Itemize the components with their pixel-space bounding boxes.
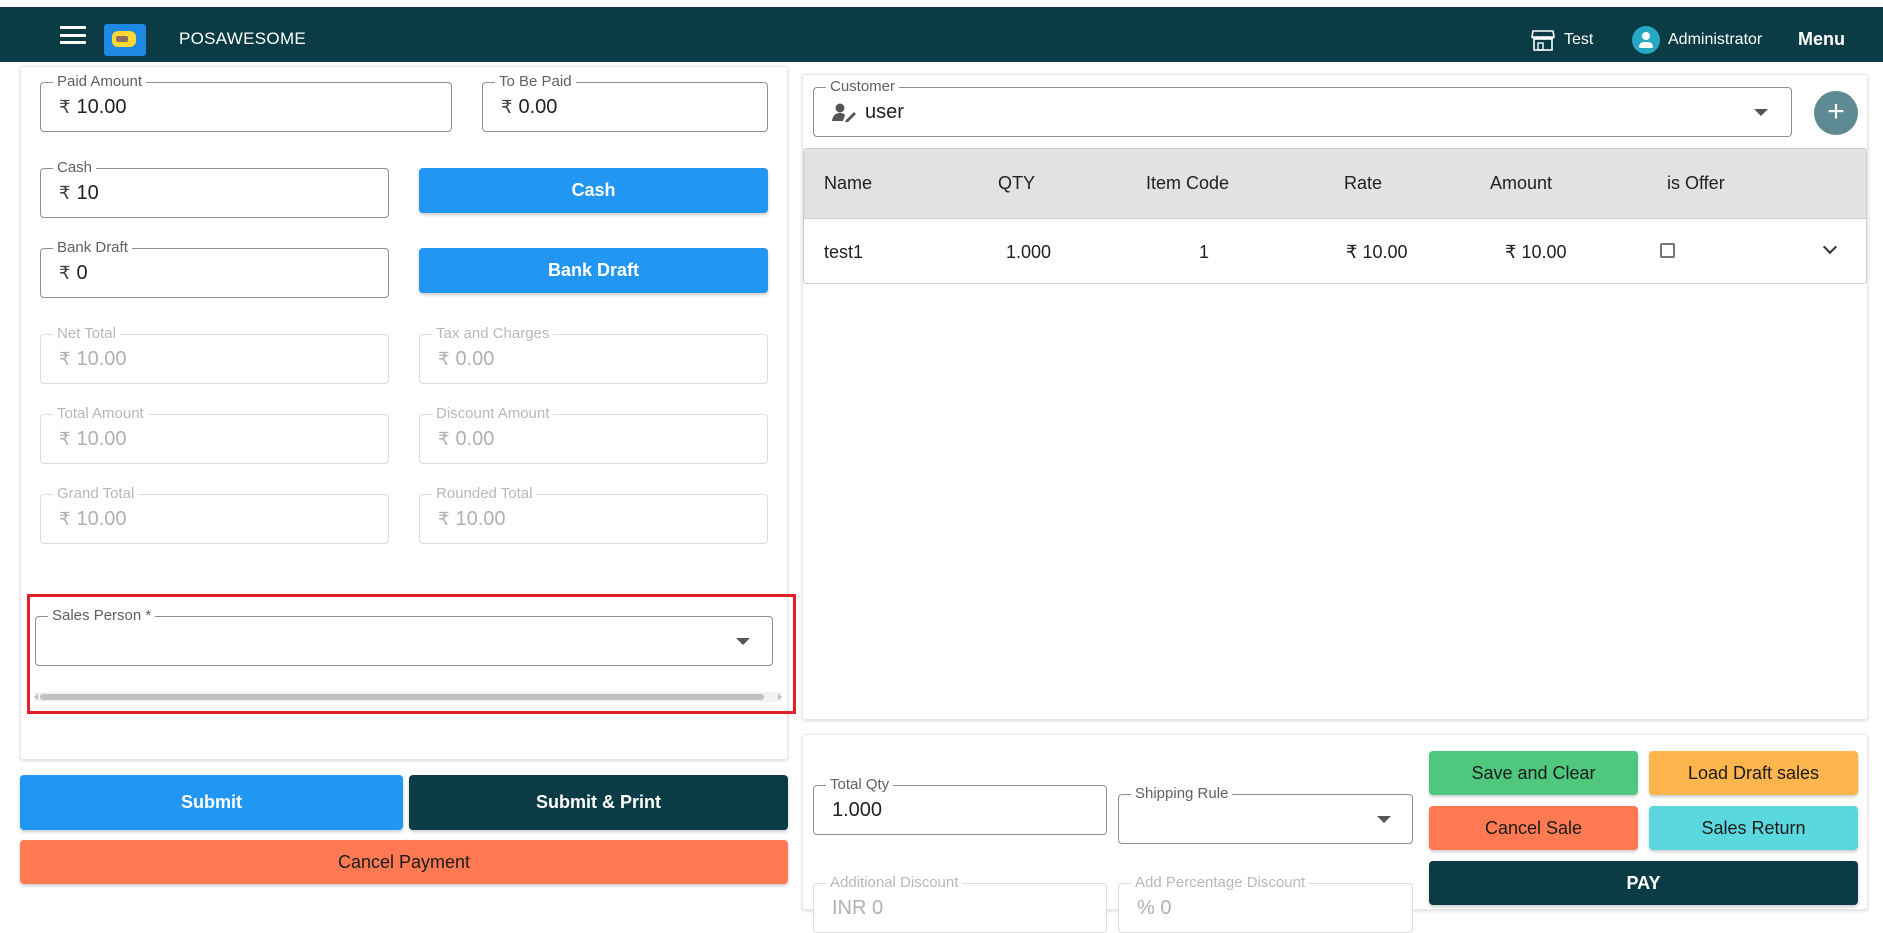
- sales-return-button[interactable]: Sales Return: [1649, 806, 1858, 850]
- brand-title: POSAWESOME: [179, 29, 307, 48]
- add-percentage-discount-field: Add Percentage Discount % 0: [1118, 874, 1413, 933]
- items-table: Name QTY Item Code Rate Amount is Offer …: [803, 148, 1867, 284]
- bank-draft-button[interactable]: Bank Draft: [419, 248, 768, 293]
- cell-name: test1: [824, 242, 864, 262]
- chevron-down-icon[interactable]: [1754, 109, 1768, 116]
- sales-person-select[interactable]: Sales Person *: [35, 607, 773, 666]
- grand-total-field: Grand Total ₹10.00: [40, 485, 389, 544]
- scrollbar-thumb[interactable]: [40, 694, 764, 700]
- bank-draft-field[interactable]: Bank Draft ₹0: [40, 239, 389, 298]
- hamburger-menu-icon[interactable]: [60, 26, 86, 44]
- cell-amount: ₹ 10.00: [1505, 242, 1567, 262]
- col-rate-header[interactable]: Rate: [1344, 173, 1382, 194]
- app-bar: POSAWESOME Test Administrator Menu: [0, 7, 1883, 62]
- store-label[interactable]: Test: [1564, 31, 1593, 49]
- col-is-offer-header[interactable]: is Offer: [1667, 173, 1725, 194]
- user-label[interactable]: Administrator: [1668, 31, 1762, 49]
- shipping-rule-select[interactable]: Shipping Rule: [1118, 785, 1413, 844]
- pay-button[interactable]: PAY: [1429, 861, 1858, 905]
- chevron-down-icon[interactable]: [1377, 816, 1391, 823]
- discount-amount-field: Discount Amount ₹0.00: [419, 405, 768, 464]
- cancel-payment-button[interactable]: Cancel Payment: [20, 840, 788, 884]
- save-and-clear-button[interactable]: Save and Clear: [1429, 751, 1638, 795]
- paid-amount-field[interactable]: Paid Amount ₹10.00: [40, 73, 452, 132]
- cell-rate: ₹ 10.00: [1346, 242, 1408, 262]
- cell-qty: 1.000: [1006, 242, 1052, 262]
- app-logo: [104, 24, 146, 56]
- scroll-right-icon[interactable]: [778, 694, 782, 700]
- col-amount-header[interactable]: Amount: [1490, 173, 1552, 194]
- tax-and-charges-field: Tax and Charges ₹0.00: [419, 325, 768, 384]
- table-header: Name QTY Item Code Rate Amount is Offer: [804, 149, 1866, 219]
- user-avatar-icon[interactable]: [1632, 26, 1660, 54]
- customer-select[interactable]: Customer user: [813, 78, 1792, 137]
- load-draft-sales-button[interactable]: Load Draft sales: [1649, 751, 1858, 795]
- horizontal-scrollbar[interactable]: [34, 692, 782, 702]
- cell-item-code: 1: [1199, 242, 1210, 262]
- cash-button[interactable]: Cash: [419, 168, 768, 213]
- total-qty-field[interactable]: Total Qty 1.000: [813, 776, 1107, 835]
- submit-print-button[interactable]: Submit & Print: [409, 775, 788, 830]
- chevron-down-icon[interactable]: [736, 638, 750, 645]
- add-customer-icon[interactable]: +: [1814, 91, 1858, 135]
- user-edit-icon: [832, 103, 856, 122]
- submit-button[interactable]: Submit: [20, 775, 403, 830]
- cancel-sale-button[interactable]: Cancel Sale: [1429, 806, 1638, 850]
- col-item-code-header[interactable]: Item Code: [1146, 173, 1229, 194]
- to-be-paid-field[interactable]: To Be Paid ₹0.00: [482, 73, 768, 132]
- expand-chevron-icon[interactable]: [1822, 239, 1838, 255]
- additional-discount-field: Additional Discount INR 0: [813, 874, 1107, 933]
- col-qty-header[interactable]: QTY: [998, 173, 1035, 194]
- rounded-total-field: Rounded Total ₹10.00: [419, 485, 768, 544]
- store-icon[interactable]: [1531, 29, 1555, 51]
- net-total-field: Net Total ₹10.00: [40, 325, 389, 384]
- total-amount-field: Total Amount ₹10.00: [40, 405, 389, 464]
- is-offer-checkbox[interactable]: [1660, 243, 1675, 258]
- window-top-strip: [0, 0, 1883, 7]
- col-name-header[interactable]: Name: [824, 173, 872, 194]
- cash-field[interactable]: Cash ₹10: [40, 159, 389, 218]
- scroll-left-icon[interactable]: [34, 694, 38, 700]
- menu-button[interactable]: Menu: [1798, 29, 1845, 50]
